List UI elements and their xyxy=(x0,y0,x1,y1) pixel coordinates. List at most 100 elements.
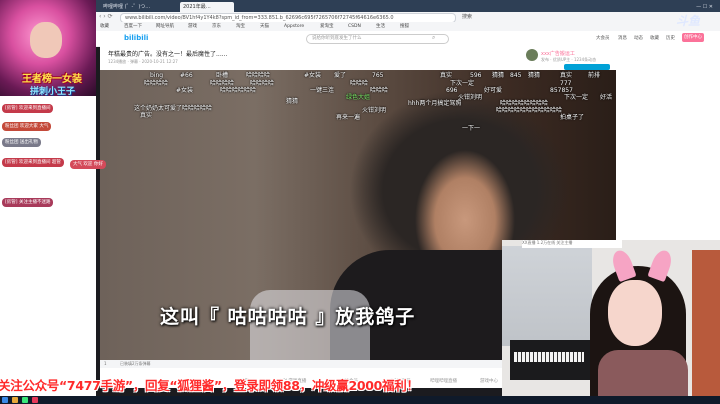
danmaku: 哈哈哈哈 xyxy=(210,80,235,87)
streamer-avatar-overlay: 王者榜一女装 拼刺小王子 xyxy=(0,0,96,96)
chat-message: [房管] 关注主播不迷路 xyxy=(2,198,54,207)
danmaku: 696 xyxy=(446,87,458,94)
taskbar-app-icon[interactable] xyxy=(22,397,28,403)
danmaku: 再来一遍 xyxy=(336,114,361,121)
danmaku: 真实 xyxy=(440,72,453,79)
streamer-webcam: XX直播 1.2万在线 关注主播 xyxy=(502,240,720,404)
danmaku: 777 xyxy=(560,80,572,87)
site-logo[interactable]: bilibili xyxy=(124,34,148,42)
danmaku: 845 xyxy=(510,72,522,79)
danmaku: 下次一定 xyxy=(564,94,589,101)
nav-history[interactable]: 历史 xyxy=(666,35,675,41)
chat-message: [房管] 欢迎来到直播间 超管 xyxy=(2,158,64,167)
bookmark-item[interactable]: 搜狐 xyxy=(400,23,409,30)
promo-banner-text: 关注公众号“7477手游”，回复“狐狸酱”，登录即领88，冲级赢2000福利！ xyxy=(0,378,419,393)
bookmark-item[interactable]: 收藏 xyxy=(100,23,109,30)
bookmark-item[interactable]: 游戏 xyxy=(188,23,197,30)
taskbar-app-icon[interactable] xyxy=(32,397,38,403)
chat-message: [房管] 欢迎来到直播间 xyxy=(2,104,54,113)
taskbar-app-icon[interactable] xyxy=(12,397,18,403)
danmaku: bing xyxy=(150,72,164,79)
overlay-caption: 王者榜一女装 xyxy=(22,74,82,85)
video-meta: 1234播放 · 弹幕 · 2020-10-21 12:27 xyxy=(108,59,178,64)
danmaku: 好可爱 xyxy=(484,87,503,94)
danmaku: 一键三连 xyxy=(310,87,335,94)
bookmark-item[interactable]: 百度一下 xyxy=(124,23,142,30)
bookmark-item[interactable]: 京东 xyxy=(212,23,221,30)
danmaku: 猜猜 xyxy=(492,72,505,79)
webcam-face xyxy=(608,280,662,346)
danmaku: 哈哈哈 xyxy=(350,80,369,87)
danmaku: 真实 xyxy=(560,72,573,79)
danmaku: #66 xyxy=(180,72,193,79)
avatar[interactable] xyxy=(526,49,538,61)
player-control-bar[interactable]: 1 已装填2万条弹幕 xyxy=(100,360,520,368)
player-danmaku-status: 已装填2万条弹幕 xyxy=(120,361,151,366)
uploader-name[interactable]: xxx广告搬运工 xyxy=(541,50,575,57)
webcam-piano-keys xyxy=(514,352,584,362)
site-header: bilibili 说给你听到底发生了什么 ⌕ 大会员 消息 动态 收藏 历史 创… xyxy=(96,31,720,47)
bookmark-item[interactable]: 网址导航 xyxy=(156,23,174,30)
start-icon[interactable] xyxy=(2,397,8,403)
search-icon[interactable]: ⌕ xyxy=(432,34,435,42)
danmaku: 爱了 xyxy=(334,72,347,79)
danmaku: 哈哈哈 xyxy=(370,87,389,94)
danmaku: 真实 xyxy=(140,112,153,119)
os-taskbar xyxy=(0,396,720,404)
video-subtitle: 这叫『 咕咕咕咕 』放我鸽子 xyxy=(160,306,416,328)
danmaku: 哈哈哈哈哈哈 xyxy=(220,87,257,94)
danmaku: 绿色大姐 xyxy=(346,94,371,101)
webcam-shelf xyxy=(692,250,720,400)
bookmark-item[interactable]: 淘宝 xyxy=(236,23,245,30)
video-title: 年糕最贵的广告。没有之一！最后魔性了...... xyxy=(108,51,228,58)
bookmark-item[interactable]: 天猫 xyxy=(260,23,269,30)
danmaku: 火钳刘明 xyxy=(362,107,387,114)
upload-button[interactable]: 创作中心 xyxy=(682,33,704,42)
nav-vip[interactable]: 大会员 xyxy=(596,35,610,41)
danmaku: #女装 xyxy=(304,72,322,79)
overlay-caption: 拼刺小王子 xyxy=(30,87,76,96)
danmaku: 857857 xyxy=(550,87,573,94)
danmaku: 765 xyxy=(372,72,384,79)
danmaku: 一下一 xyxy=(462,125,481,132)
browser-tab[interactable]: 哔哩哔哩 (゜-゜)つ… xyxy=(100,2,153,12)
browser-tab-active[interactable]: 2021年最… xyxy=(180,2,234,12)
nav-messages[interactable]: 消息 xyxy=(618,35,627,41)
webcam-header: XX直播 1.2万在线 关注主播 xyxy=(522,240,622,248)
danmaku: hhh两个月搞定驾照 xyxy=(408,100,462,107)
danmaku: 猜猜 xyxy=(286,98,299,105)
nav-dynamic[interactable]: 动态 xyxy=(634,35,643,41)
danmaku: 卧槽 xyxy=(216,72,229,79)
browser-tab-bar: 哔哩哔哩 (゜-゜)つ… 2021年最… — ☐ ✕ xyxy=(96,0,720,12)
danmaku: 前排 xyxy=(588,72,601,79)
danmaku: 哈哈哈哈哈哈哈哈 xyxy=(500,100,549,107)
browser-search-button[interactable]: 搜索 xyxy=(462,13,472,21)
platform-logo: 斗鱼 xyxy=(676,14,701,28)
danmaku: 好活 xyxy=(600,94,613,101)
danmaku: 哈哈哈哈哈哈哈哈哈哈哈 xyxy=(496,107,563,114)
chat-message: 粉丝团 欢迎大家 大气 xyxy=(2,122,52,131)
site-search-input[interactable]: 说给你听到底发生了什么 xyxy=(306,34,449,44)
bookmark-item[interactable]: CSDN xyxy=(348,23,361,30)
bookmark-item[interactable]: 爱淘宝 xyxy=(320,23,334,30)
danmaku: 猜猜 xyxy=(528,72,541,79)
chat-panel: [房管] 欢迎来到直播间 粉丝团 欢迎大家 大气 粉丝团 送出礼物 [房管] 欢… xyxy=(0,96,106,404)
danmaku: 哈哈哈哈 xyxy=(250,80,275,87)
danmaku: 这个奶奶太可爱了哈哈哈哈哈 xyxy=(134,105,213,112)
bookmark-item[interactable]: Appstore xyxy=(284,23,304,30)
back-forward-reload-icon[interactable]: ‹ › ⟳ xyxy=(99,13,113,21)
player-viewers: 1 xyxy=(104,361,107,366)
danmaku: 拍桌子了 xyxy=(560,114,585,121)
nav-favorites[interactable]: 收藏 xyxy=(650,35,659,41)
bookmark-item[interactable]: 生活 xyxy=(376,23,385,30)
danmaku: #女装 xyxy=(176,87,194,94)
danmaku: 596 xyxy=(470,72,482,79)
window-controls-icon[interactable]: — ☐ ✕ xyxy=(693,2,716,12)
overlay-face xyxy=(30,22,62,58)
browser-tab[interactable] xyxy=(236,2,242,12)
chat-message: 粉丝团 送出礼物 xyxy=(2,138,41,147)
danmaku: 下次一定 xyxy=(450,80,475,87)
chat-message: 大气 欢迎 你好 xyxy=(70,160,106,169)
danmaku: 火钳刘明 xyxy=(458,94,483,101)
webcam-blinds xyxy=(502,246,592,346)
